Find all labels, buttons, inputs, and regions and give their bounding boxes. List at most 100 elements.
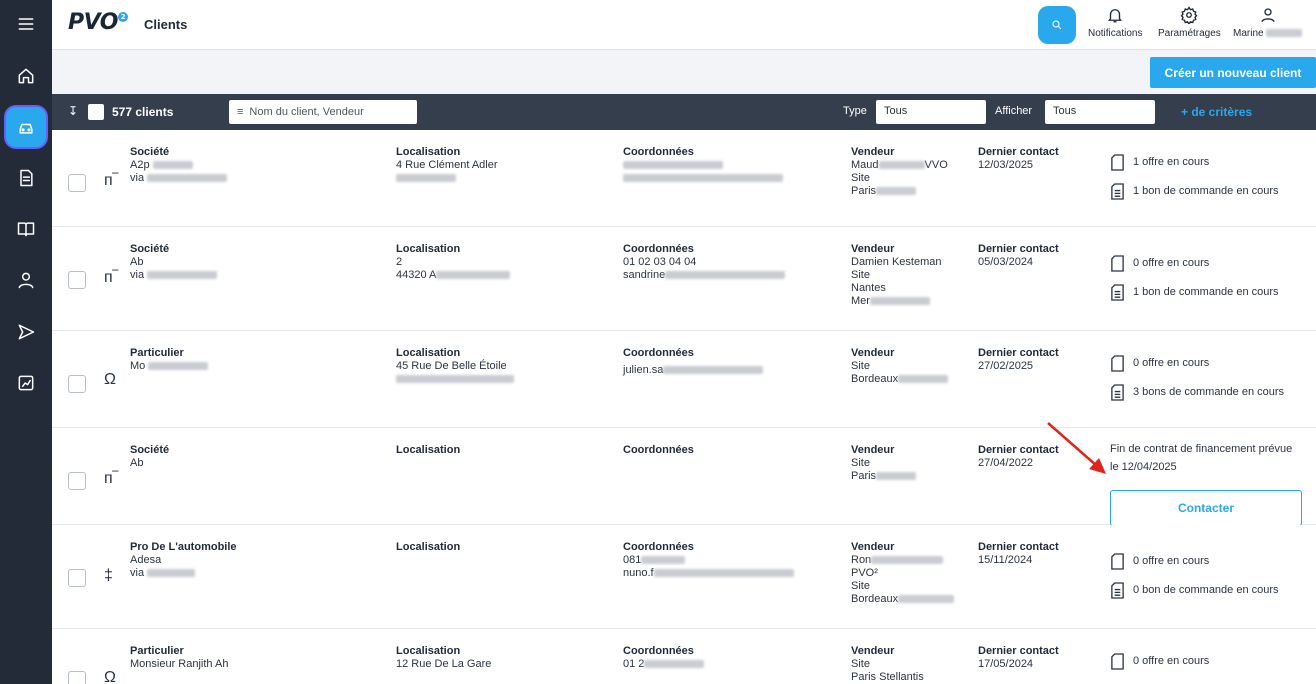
user-menu[interactable]: Marine <box>1233 6 1303 39</box>
row-checkbox[interactable] <box>68 174 86 192</box>
user-icon[interactable] <box>6 260 46 300</box>
show-select[interactable]: Tous <box>1045 100 1155 124</box>
site-name: Paris Stellantis <box>851 671 924 683</box>
create-client-button[interactable]: Créer un nouveau client <box>1150 57 1316 88</box>
bell-icon <box>1108 9 1123 23</box>
filter-bar: ↧ 577 clients ≡ Nom du client, Vendeur T… <box>52 94 1316 130</box>
orders-status[interactable]: 0 bon de commande en cours <box>1110 582 1310 599</box>
table-row[interactable]: п‾ Société Ab Localisation Coordonnées V… <box>52 428 1316 526</box>
localisation-header: Localisation <box>396 541 461 553</box>
book-icon[interactable] <box>6 209 46 249</box>
row-checkbox[interactable] <box>68 271 86 289</box>
coordinates-header: Coordonnées <box>623 444 694 456</box>
offers-status[interactable]: 0 offre en cours <box>1110 355 1310 372</box>
vendor-header: Vendeur <box>851 146 895 158</box>
offers-status[interactable]: 1 offre en cours <box>1110 154 1310 171</box>
client-via: via <box>130 172 145 184</box>
send-icon[interactable] <box>6 312 46 352</box>
sort-icon[interactable]: ↧ <box>68 104 78 118</box>
site-label: Site <box>851 172 870 184</box>
row-checkbox[interactable] <box>68 671 86 684</box>
row-checkbox[interactable] <box>68 569 86 587</box>
vendor-header: Vendeur <box>851 347 895 359</box>
coordinates-header: Coordonnées <box>623 645 694 657</box>
email: sandrine <box>623 269 666 281</box>
type-select[interactable]: Tous <box>876 100 986 124</box>
table-row[interactable]: ‡ Pro De L'automobile Adesa via Localisa… <box>52 525 1316 629</box>
client-via: via <box>130 269 145 281</box>
client-type: Société <box>130 146 170 158</box>
last-contact-date: 17/05/2024 <box>978 658 1034 670</box>
filter-icon: ≡ <box>237 106 244 118</box>
phone-number: 01 02 03 04 04 <box>623 256 697 268</box>
last-contact-date: 12/03/2025 <box>978 159 1034 171</box>
home-icon[interactable] <box>6 56 46 96</box>
order-icon <box>1111 284 1124 301</box>
localisation-header: Localisation <box>396 444 461 456</box>
page-title: Clients <box>144 17 188 32</box>
offer-icon <box>1111 553 1124 570</box>
company-icon: п‾ <box>104 269 118 286</box>
table-row[interactable]: Ω Particulier Monsieur Ranjith Ah Locali… <box>52 629 1316 684</box>
email: julien.sa <box>623 364 664 376</box>
search-button[interactable] <box>1038 6 1076 44</box>
client-count: 577 clients <box>112 105 174 119</box>
row-checkbox[interactable] <box>68 375 86 393</box>
top-bar: PVO 2 Clients Notifications Paramétrages … <box>52 0 1316 50</box>
offers-status[interactable]: 0 offre en cours <box>1110 653 1310 670</box>
localisation-header: Localisation <box>396 347 461 359</box>
address-city: 44320 A <box>396 269 437 281</box>
table-row[interactable]: Ω Particulier Mo Localisation 45 Rue De … <box>52 331 1316 428</box>
company-icon: п‾ <box>104 470 118 487</box>
table-row[interactable]: п‾ Société A2p via Localisation 4 Rue Cl… <box>52 130 1316 227</box>
site-label: Site <box>851 658 870 670</box>
more-criteria-link[interactable]: + de critères <box>1181 105 1252 119</box>
offers-status[interactable]: 0 offre en cours <box>1110 255 1310 272</box>
vendor-company: PVO² <box>851 567 878 579</box>
sidebar <box>0 0 52 684</box>
offer-icon <box>1111 653 1124 670</box>
row-checkbox[interactable] <box>68 472 86 490</box>
menu-icon[interactable] <box>6 4 46 44</box>
document-icon[interactable] <box>6 158 46 198</box>
search-input[interactable]: ≡ Nom du client, Vendeur <box>229 100 417 124</box>
company-icon: п‾ <box>104 172 118 189</box>
address-line: 45 Rue De Belle Étoile <box>396 360 507 372</box>
localisation-header: Localisation <box>396 146 461 158</box>
last-contact-header: Dernier contact <box>978 541 1059 553</box>
car-icon[interactable] <box>6 107 46 147</box>
phone-number: 01 2 <box>623 658 645 670</box>
contact-button[interactable]: Contacter <box>1110 490 1302 526</box>
orders-status[interactable]: 1 bon de commande en cours <box>1110 183 1310 200</box>
person-icon: Ω <box>104 669 116 684</box>
notifications-button[interactable]: Notifications <box>1088 6 1142 39</box>
vendor-header: Vendeur <box>851 444 895 456</box>
last-contact-date: 05/03/2024 <box>978 256 1034 268</box>
address-line: 12 Rue De La Gare <box>396 658 492 670</box>
client-name: Ab <box>130 457 144 469</box>
client-type: Pro De L'automobile <box>130 541 237 553</box>
stats-icon[interactable] <box>6 363 46 403</box>
orders-status[interactable]: 3 bons de commande en cours <box>1110 384 1310 401</box>
pvo-logo[interactable]: PVO 2 <box>68 10 128 35</box>
last-contact-header: Dernier contact <box>978 645 1059 657</box>
last-contact-date: 27/04/2022 <box>978 457 1034 469</box>
select-all-checkbox[interactable] <box>88 104 104 120</box>
site-label: Site <box>851 580 870 592</box>
order-icon <box>1111 384 1124 401</box>
offers-status[interactable]: 0 offre en cours <box>1110 553 1310 570</box>
settings-button[interactable]: Paramétrages <box>1158 6 1221 39</box>
coordinates-header: Coordonnées <box>623 146 694 158</box>
vendor-name: Maud <box>851 159 879 171</box>
vendor-name: Damien Kesteman <box>851 256 942 268</box>
site-name: Paris <box>851 185 877 197</box>
site-label: Site <box>851 360 870 372</box>
email: nuno.f <box>623 567 654 579</box>
orders-status[interactable]: 1 bon de commande en cours <box>1110 284 1310 301</box>
table-row[interactable]: п‾ Société Ab via Localisation 2 44320 A… <box>52 227 1316 331</box>
last-contact-header: Dernier contact <box>978 243 1059 255</box>
address-line: 4 Rue Clément Adler <box>396 159 498 171</box>
coordinates-header: Coordonnées <box>623 347 694 359</box>
last-contact-date: 27/02/2025 <box>978 360 1034 372</box>
site-detail: Mer <box>851 295 870 307</box>
